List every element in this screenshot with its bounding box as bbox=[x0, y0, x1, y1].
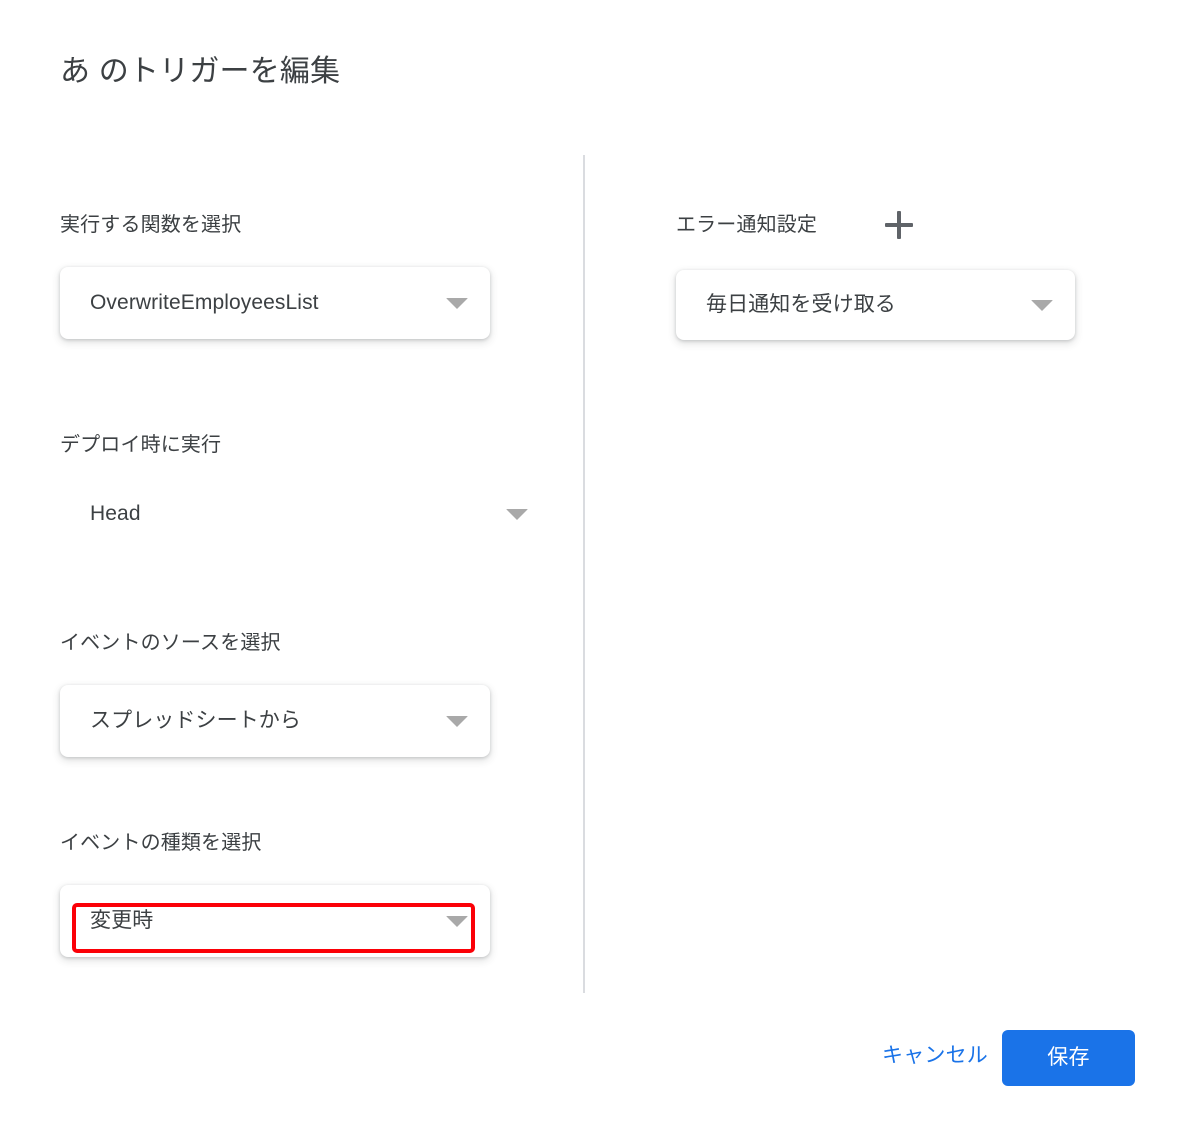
field-label-deployment: デプロイ時に実行 bbox=[60, 434, 222, 456]
chevron-down-icon bbox=[446, 297, 468, 309]
page-title: あ のトリガーを編集 bbox=[60, 55, 341, 88]
save-button[interactable]: 保存 bbox=[1002, 1030, 1135, 1086]
event-type-select-dropdown[interactable]: 変更時 bbox=[60, 885, 490, 957]
field-label-event-source: イベントのソースを選択 bbox=[60, 632, 281, 654]
field-event-type-select: イベントの種類を選択 変更時 bbox=[60, 828, 520, 957]
deployment-select-dropdown[interactable]: Head bbox=[60, 488, 528, 540]
field-label-error-notification: エラー通知設定 bbox=[676, 214, 818, 236]
field-error-notification: エラー通知設定 毎日通知を受け取る bbox=[676, 210, 1096, 340]
cancel-button[interactable]: キャンセル bbox=[870, 1036, 1000, 1076]
dialog-footer: キャンセル 保存 bbox=[0, 1020, 1200, 1110]
field-deployment-select: デプロイ時に実行 Head bbox=[60, 430, 528, 540]
error-notification-select-value: 毎日通知を受け取る bbox=[706, 293, 896, 316]
chevron-down-icon bbox=[506, 508, 528, 520]
chevron-down-icon bbox=[1031, 299, 1053, 311]
field-label-function: 実行する関数を選択 bbox=[60, 214, 242, 236]
function-select-dropdown[interactable]: OverwriteEmployeesList bbox=[60, 267, 490, 339]
field-event-source-select: イベントのソースを選択 スプレッドシートから bbox=[60, 628, 520, 757]
field-label-event-type: イベントの種類を選択 bbox=[60, 832, 262, 854]
chevron-down-icon bbox=[446, 715, 468, 727]
function-select-value: OverwriteEmployeesList bbox=[90, 291, 319, 314]
event-source-select-value: スプレッドシートから bbox=[90, 709, 301, 732]
event-type-select-value: 変更時 bbox=[90, 909, 154, 932]
error-notification-select-dropdown[interactable]: 毎日通知を受け取る bbox=[676, 270, 1075, 340]
column-divider bbox=[583, 155, 585, 993]
error-notification-label-row: エラー通知設定 bbox=[676, 210, 1096, 240]
dialog-body: 実行する関数を選択 OverwriteEmployeesList デプロイ時に実… bbox=[0, 150, 1200, 1000]
field-function-select: 実行する関数を選択 OverwriteEmployeesList bbox=[60, 210, 520, 339]
deployment-select-value: Head bbox=[90, 502, 141, 525]
trigger-edit-dialog: あ のトリガーを編集 実行する関数を選択 OverwriteEmployeesL… bbox=[0, 0, 1200, 1135]
chevron-down-icon bbox=[446, 915, 468, 927]
event-source-select-dropdown[interactable]: スプレッドシートから bbox=[60, 685, 490, 757]
plus-icon[interactable] bbox=[885, 211, 914, 239]
